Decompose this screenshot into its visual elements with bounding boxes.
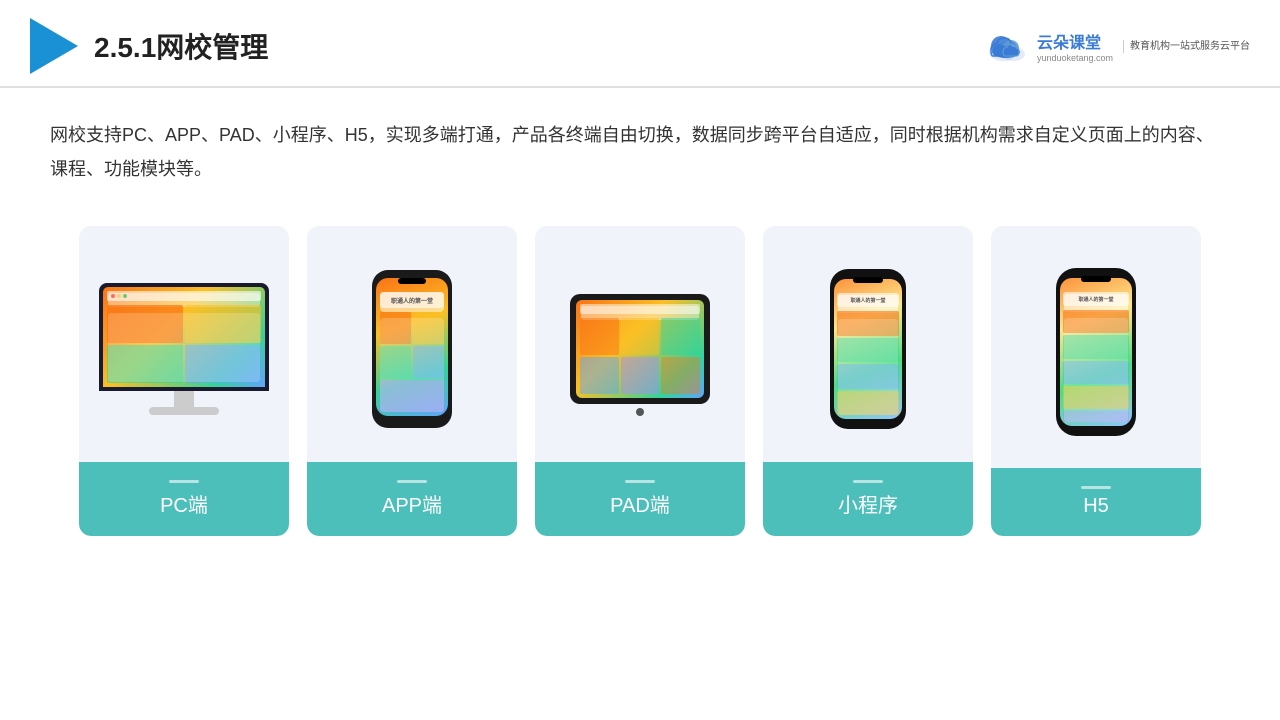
card-app-label: APP端 [307,462,517,536]
card-label-line [169,480,199,483]
card-pad-image [560,226,720,462]
cards-container: PC端 职通人的第一堂 APP端 [0,216,1280,566]
card-label-line [1081,486,1111,489]
pc-monitor-icon [99,283,269,415]
phone-notch [398,278,426,284]
card-pad-label: PAD端 [535,462,745,536]
card-label-line [397,480,427,483]
header: 2.5.1网校管理 云朵课堂 yunduoketang.com 教育机构一站式服… [0,0,1280,88]
brand-name: 云朵课堂 [1037,29,1113,53]
logo-triangle-icon [30,18,78,74]
card-app-image: 职通人的第一堂 [362,226,462,462]
phone-h5-screen: 职通人的第一堂 [1060,278,1132,426]
phone-tall-notch [853,277,883,283]
card-pc-label: PC端 [79,462,289,536]
card-miniprogram-label: 小程序 [763,462,973,536]
phone-tall-screen: 职通人的第一堂 [834,279,902,419]
brand-logo: 云朵课堂 yunduoketang.com 教育机构一站式服务云平台 [983,28,1250,64]
header-left: 2.5.1网校管理 [30,18,268,74]
card-h5-image: 职通人的第一堂 [1046,226,1146,468]
card-label-line [625,480,655,483]
card-pc: PC端 [79,226,289,536]
card-miniprogram-image: 职通人的第一堂 [820,226,916,462]
miniprogram-phone-icon: 职通人的第一堂 [830,269,906,429]
tablet-home-button-icon [636,408,644,416]
card-h5-label: H5 [991,468,1201,536]
pad-tablet-icon [570,294,710,404]
brand-url: yunduoketang.com [1037,53,1113,63]
card-h5: 职通人的第一堂 H5 [991,226,1201,536]
description-text: 网校支持PC、APP、PAD、小程序、H5，实现多端打通，产品各终端自由切换，数… [0,88,1280,206]
header-right: 云朵课堂 yunduoketang.com 教育机构一站式服务云平台 [983,28,1250,64]
h5-phone-icon: 职通人的第一堂 [1056,268,1136,436]
brand-tagline: 教育机构一站式服务云平台 [1123,40,1250,53]
page-title: 2.5.1网校管理 [94,26,268,66]
cloud-logo-icon [983,28,1031,64]
card-app: 职通人的第一堂 APP端 [307,226,517,536]
brand-name-text: 云朵课堂 yunduoketang.com [1037,29,1113,63]
card-pc-image [89,226,279,462]
phone-h5-notch [1081,276,1111,282]
card-pad: PAD端 [535,226,745,536]
tablet-screen [576,300,704,398]
card-label-line [853,480,883,483]
app-phone-icon: 职通人的第一堂 [372,270,452,428]
card-miniprogram: 职通人的第一堂 小程序 [763,226,973,536]
phone-screen: 职通人的第一堂 [376,278,448,416]
